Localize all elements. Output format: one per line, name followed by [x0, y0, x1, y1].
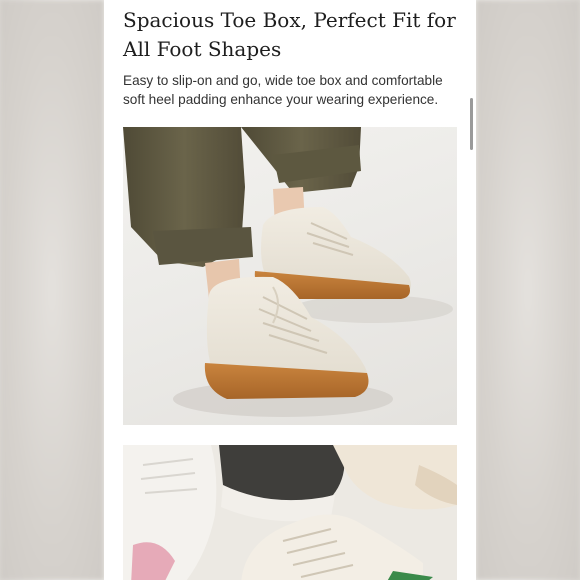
- product-photo-worn-sneakers: [123, 127, 457, 425]
- product-detail-page[interactable]: Spacious Toe Box, Perfect Fit for All Fo…: [104, 0, 476, 580]
- section-heading: Spacious Toe Box, Perfect Fit for All Fo…: [123, 8, 456, 61]
- sneakers-on-feet-illustration: [123, 127, 453, 417]
- sneaker-lineup-illustration: [123, 445, 457, 580]
- backdrop-right-blur: [476, 0, 580, 580]
- product-photo-sneaker-lineup: [123, 445, 457, 580]
- section-description: Easy to slip-on and go, wide toe box and…: [123, 73, 443, 107]
- backdrop-left-blur: [0, 0, 104, 580]
- scrollbar-thumb[interactable]: [470, 98, 473, 150]
